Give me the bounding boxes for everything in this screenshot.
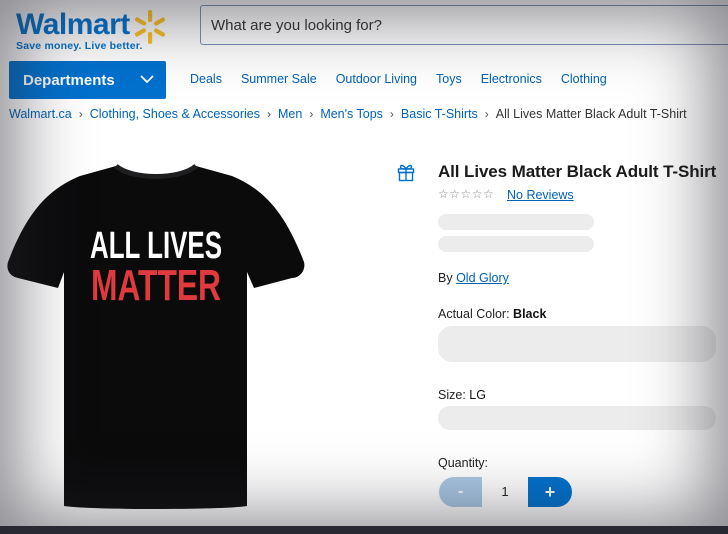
chevron-down-icon: [140, 75, 154, 84]
logo-tagline: Save money. Live better.: [16, 40, 143, 52]
walmart-logo[interactable]: Walmart Save money. Live better.: [16, 8, 143, 53]
reviews-link[interactable]: No Reviews: [507, 188, 574, 202]
nav-link-toys[interactable]: Toys: [436, 72, 462, 86]
breadcrumb-separator-icon: ›: [309, 107, 314, 121]
breadcrumb: Walmart.ca › Clothing, Shoes & Accessori…: [9, 107, 687, 121]
breadcrumb-separator-icon: ›: [78, 107, 83, 121]
spark-icon: [134, 10, 166, 44]
breadcrumb-link[interactable]: Walmart.ca: [9, 107, 72, 121]
quantity-value[interactable]: 1: [490, 484, 520, 499]
site-header: Walmart Save money. Live better.: [0, 0, 728, 58]
color-value: Black: [513, 307, 547, 321]
by-label: By: [438, 271, 453, 285]
nav-links: Deals Summer Sale Outdoor Living Toys El…: [190, 72, 626, 86]
product-image[interactable]: ALL LIVES MATTER: [4, 160, 308, 512]
nav-link-summer-sale[interactable]: Summer Sale: [241, 72, 317, 86]
shirt-print-line2: MATTER: [91, 261, 221, 310]
logo-wordmark: Walmart: [16, 8, 130, 41]
quantity-label: Quantity:: [438, 456, 489, 470]
nav-link-clothing[interactable]: Clothing: [561, 72, 607, 86]
color-selector[interactable]: [438, 326, 716, 362]
breadcrumb-link[interactable]: Basic T-Shirts: [401, 107, 478, 121]
size-label-text: Size:: [438, 388, 466, 402]
departments-label: Departments: [23, 71, 115, 89]
color-label-text: Actual Color:: [438, 307, 510, 321]
price-placeholder: [438, 236, 594, 252]
brand-line: By Old Glory: [438, 271, 509, 285]
size-value: LG: [469, 388, 486, 402]
breadcrumb-link[interactable]: Men: [278, 107, 302, 121]
price-placeholder: [438, 214, 594, 230]
nav-link-outdoor-living[interactable]: Outdoor Living: [336, 72, 417, 86]
product-title: All Lives Matter Black Adult T-Shirt: [438, 162, 717, 181]
search-box: [200, 5, 728, 45]
bottom-edge: [0, 526, 728, 534]
quantity-increase-button[interactable]: +: [528, 477, 572, 507]
breadcrumb-link[interactable]: Men's Tops: [320, 107, 383, 121]
color-label: Actual Color: Black: [438, 307, 546, 321]
breadcrumb-separator-icon: ›: [266, 107, 271, 121]
size-label: Size: LG: [438, 388, 486, 402]
search-input[interactable]: [201, 6, 728, 44]
breadcrumb-link[interactable]: Clothing, Shoes & Accessories: [90, 107, 260, 121]
breadcrumb-separator-icon: ›: [389, 107, 394, 121]
quantity-decrease-button[interactable]: -: [439, 477, 482, 507]
nav-link-electronics[interactable]: Electronics: [481, 72, 542, 86]
departments-button[interactable]: Departments: [9, 61, 166, 99]
brand-link[interactable]: Old Glory: [456, 271, 509, 285]
size-selector[interactable]: [438, 406, 716, 430]
rating-stars-icon: ☆☆☆☆☆: [438, 187, 495, 201]
breadcrumb-separator-icon: ›: [484, 107, 489, 121]
nav-link-deals[interactable]: Deals: [190, 72, 222, 86]
nav-bar: Departments Deals Summer Sale Outdoor Li…: [0, 60, 728, 99]
breadcrumb-current: All Lives Matter Black Adult T-Shirt: [495, 107, 687, 121]
gift-icon[interactable]: [396, 162, 416, 182]
